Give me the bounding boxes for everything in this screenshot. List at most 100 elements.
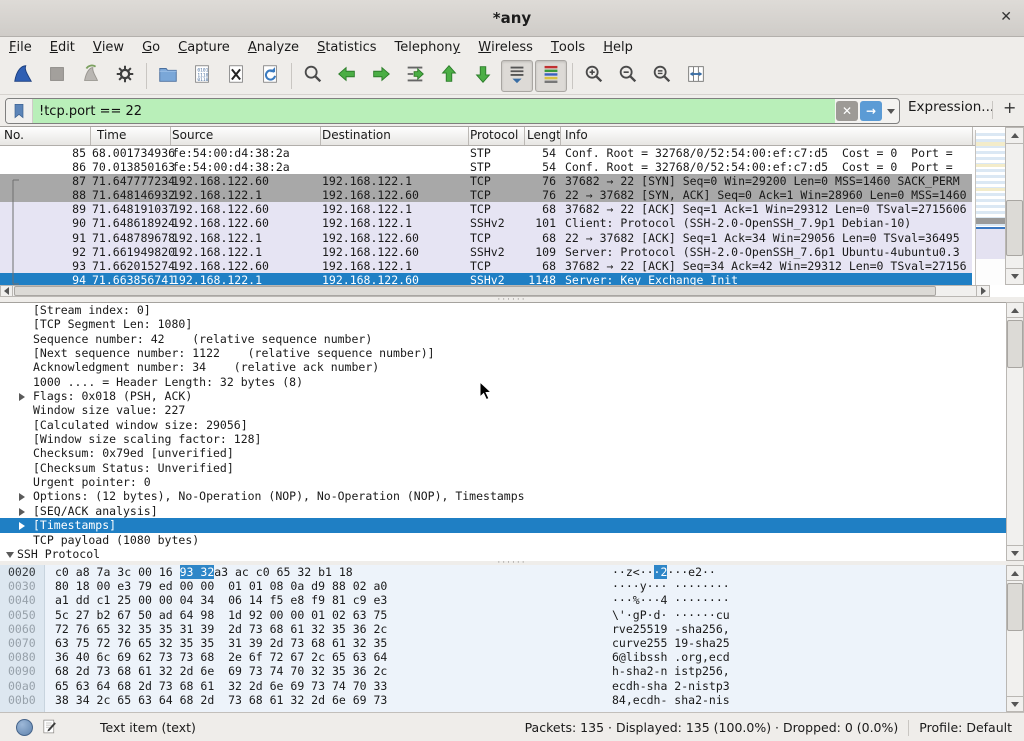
display-filter-input[interactable]: [33, 99, 835, 123]
expand-arrow-icon[interactable]: [19, 522, 25, 530]
menu-telephony[interactable]: Telephony: [386, 37, 470, 58]
hex-ascii[interactable]: 6@libssh .org,ecd: [612, 650, 730, 664]
detail-line-4[interactable]: Acknowledgment number: 34 (relative ack …: [0, 360, 1024, 374]
capture-options-button[interactable]: [109, 60, 141, 92]
packet-row-87[interactable]: 8771.647777234192.168.122.60192.168.122.…: [0, 174, 972, 188]
scroll-down-icon[interactable]: [1005, 268, 1024, 285]
hex-ascii[interactable]: 84,ecdh- sha2-nis: [612, 693, 730, 707]
detail-line-5[interactable]: 1000 .... = Header Length: 32 bytes (8): [0, 375, 1024, 389]
column-separator[interactable]: [524, 127, 525, 145]
column-separator[interactable]: [972, 127, 973, 145]
packet-row-86[interactable]: 8670.013850163fe:54:00:d4:38:2aSTP54Conf…: [0, 160, 972, 174]
column-header-length[interactable]: Length: [527, 128, 560, 142]
hex-bytes[interactable]: a1 dd c1 25 00 00 04 34 06 14 f5 e8 f9 8…: [55, 593, 387, 607]
detail-line-6[interactable]: Flags: 0x018 (PSH, ACK): [0, 389, 1024, 403]
status-profile[interactable]: Profile: Default: [919, 720, 1012, 735]
hex-vscroll-thumb[interactable]: [1007, 583, 1023, 631]
hex-ascii[interactable]: ···%···4 ········: [612, 593, 730, 607]
hex-ascii[interactable]: \'·gP·d· ······cu: [612, 608, 730, 622]
hex-ascii[interactable]: curve255 19-sha25: [612, 636, 730, 650]
go-back-button[interactable]: [331, 60, 363, 92]
detail-line-2[interactable]: Sequence number: 42 (relative sequence n…: [0, 332, 1024, 346]
restart-capture-button[interactable]: [75, 60, 107, 92]
menu-edit[interactable]: Edit: [41, 37, 84, 58]
hex-ascii[interactable]: h-sha2-n istp256,: [612, 664, 730, 678]
open-file-button[interactable]: [152, 60, 184, 92]
expression-button[interactable]: Expression...: [908, 99, 994, 115]
go-first-button[interactable]: [433, 60, 465, 92]
column-header-protocol[interactable]: Protocol: [470, 128, 522, 142]
packet-row-91[interactable]: 9171.648789678192.168.122.1192.168.122.6…: [0, 231, 972, 245]
menu-analyze[interactable]: Analyze: [239, 37, 308, 58]
hex-scroll-down-icon[interactable]: [1006, 696, 1024, 712]
hex-row-0020[interactable]: 0020c0 a8 7a 3c 00 16 93 32 85 a3 ac c0 …: [0, 565, 1024, 579]
menu-go[interactable]: Go: [133, 37, 169, 58]
expand-arrow-icon[interactable]: [19, 493, 25, 501]
packet-row-90[interactable]: 9071.648618924192.168.122.60192.168.122.…: [0, 216, 972, 230]
resize-columns-button[interactable]: [680, 60, 712, 92]
detail-line-16[interactable]: TCP payload (1080 bytes): [0, 533, 1024, 547]
hex-scroll-up-icon[interactable]: [1006, 565, 1024, 581]
hex-bytes[interactable]: 63 75 72 76 65 32 35 35 31 39 2d 73 68 6…: [55, 636, 387, 650]
detail-line-12[interactable]: Urgent pointer: 0: [0, 475, 1024, 489]
hex-ascii[interactable]: rve25519 -sha256,: [612, 622, 730, 636]
hex-row-0080[interactable]: 008036 40 6c 69 62 73 73 68 2e 6f 72 67 …: [0, 650, 1024, 664]
filter-bookmark-icon[interactable]: [6, 99, 33, 123]
detail-line-7[interactable]: Window size value: 227: [0, 403, 1024, 417]
auto-scroll-button[interactable]: [501, 60, 533, 92]
expand-arrow-icon[interactable]: [19, 393, 25, 401]
detail-line-1[interactable]: [TCP Segment Len: 1080]: [0, 317, 1024, 331]
scroll-up-icon[interactable]: [1005, 127, 1024, 144]
column-header-no[interactable]: No.: [4, 128, 84, 142]
details-scroll-up-icon[interactable]: [1006, 302, 1024, 318]
packet-row-88[interactable]: 8871.648146932192.168.122.1192.168.122.6…: [0, 188, 972, 202]
scroll-right-icon[interactable]: [976, 285, 990, 297]
hex-bytes[interactable]: 72 76 65 32 35 35 31 39 2d 73 68 61 32 3…: [55, 622, 387, 636]
zoom-in-button[interactable]: [578, 60, 610, 92]
menu-view[interactable]: View: [84, 37, 133, 58]
detail-line-11[interactable]: [Checksum Status: Unverified]: [0, 461, 1024, 475]
hex-ascii[interactable]: ··z<···2 ····e2··: [612, 565, 716, 579]
start-capture-button[interactable]: [7, 60, 39, 92]
go-forward-button[interactable]: [365, 60, 397, 92]
packet-list-vscroll-thumb[interactable]: [1006, 200, 1023, 256]
hex-row-0050[interactable]: 00505c 27 b2 67 50 ad 64 98 1d 92 00 00 …: [0, 608, 1024, 622]
column-header-destination[interactable]: Destination: [322, 128, 462, 142]
add-filter-button[interactable]: +: [1003, 98, 1016, 117]
column-header-source[interactable]: Source: [172, 128, 312, 142]
column-header-info[interactable]: Info: [565, 128, 685, 142]
hex-bytes[interactable]: c0 a8 7a 3c 00 16 93 32 85 a3 ac c0 65 3…: [55, 565, 353, 579]
packet-list-hscroll-thumb[interactable]: [14, 286, 936, 296]
capture-comment-icon[interactable]: [41, 718, 58, 738]
details-vscroll-thumb[interactable]: [1007, 320, 1023, 368]
zoom-original-button[interactable]: [646, 60, 678, 92]
filter-history-dropdown-icon[interactable]: [883, 99, 899, 123]
menu-file[interactable]: File: [0, 37, 41, 58]
hex-row-0040[interactable]: 0040a1 dd c1 25 00 00 04 34 06 14 f5 e8 …: [0, 593, 1024, 607]
hex-bytes[interactable]: 36 40 6c 69 62 73 73 68 2e 6f 72 67 2c 6…: [55, 650, 387, 664]
scroll-left-icon[interactable]: [0, 285, 13, 297]
detail-line-10[interactable]: Checksum: 0x79ed [unverified]: [0, 446, 1024, 460]
go-to-packet-button[interactable]: [399, 60, 431, 92]
menu-statistics[interactable]: Statistics: [308, 37, 385, 58]
menu-wireless[interactable]: Wireless: [469, 37, 542, 58]
reload-file-button[interactable]: [254, 60, 286, 92]
hex-row-00b0[interactable]: 00b038 34 2c 65 63 64 68 2d 73 68 61 32 …: [0, 693, 1024, 707]
hex-bytes[interactable]: 38 34 2c 65 63 64 68 2d 73 68 61 32 2d 6…: [55, 693, 387, 707]
find-packet-button[interactable]: [297, 60, 329, 92]
detail-line-15[interactable]: [Timestamps]: [0, 518, 1024, 532]
go-last-button[interactable]: [467, 60, 499, 92]
colorize-button[interactable]: [535, 60, 567, 92]
zoom-out-button[interactable]: [612, 60, 644, 92]
filter-clear-icon[interactable]: ✕: [836, 101, 858, 121]
details-scroll-down-icon[interactable]: [1006, 545, 1024, 561]
hex-bytes[interactable]: 80 18 00 e3 79 ed 00 00 01 01 08 0a d9 8…: [55, 579, 387, 593]
column-header-time[interactable]: Time: [97, 128, 167, 142]
save-file-button[interactable]: 010111100110: [186, 60, 218, 92]
column-separator[interactable]: [90, 127, 91, 145]
detail-line-3[interactable]: [Next sequence number: 1122 (relative se…: [0, 346, 1024, 360]
hex-row-0070[interactable]: 007063 75 72 76 65 32 35 35 31 39 2d 73 …: [0, 636, 1024, 650]
column-separator[interactable]: [320, 127, 321, 145]
menu-capture[interactable]: Capture: [169, 37, 239, 58]
detail-line-13[interactable]: Options: (12 bytes), No-Operation (NOP),…: [0, 489, 1024, 503]
